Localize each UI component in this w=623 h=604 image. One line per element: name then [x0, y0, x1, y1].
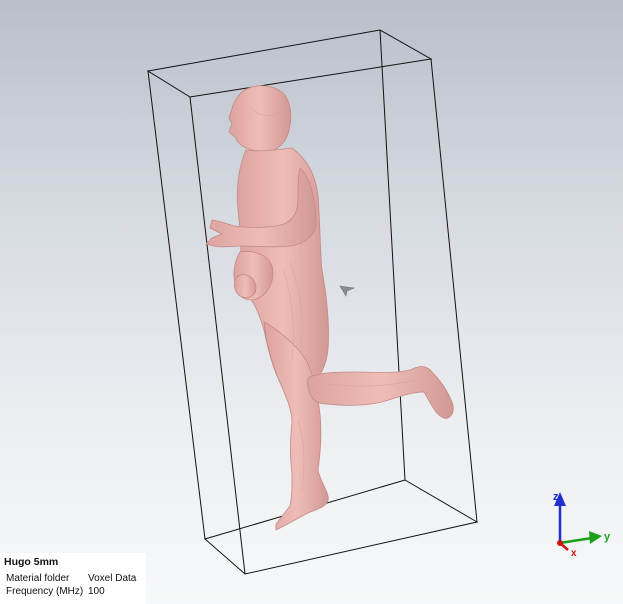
3d-viewport[interactable]: z y x Hugo 5mm Material folder Voxel Dat… — [0, 0, 623, 604]
z-axis-label: z — [553, 491, 559, 503]
info-value: 100 — [88, 586, 105, 597]
cursor-icon — [339, 285, 356, 297]
bbox-top-face — [146, 29, 433, 98]
info-row-frequency: Frequency (MHz) 100 — [4, 585, 142, 598]
axis-triad — [554, 492, 602, 551]
x-axis-label: x — [571, 548, 577, 559]
info-row-material: Material folder Voxel Data — [4, 572, 142, 585]
model-raised-leg — [307, 366, 454, 419]
bbox-edge-front-right — [430, 58, 478, 523]
voxel-human-model[interactable] — [205, 85, 454, 531]
model-info-panel: Hugo 5mm Material folder Voxel Data Freq… — [0, 553, 146, 604]
axis-origin — [557, 540, 563, 546]
bbox-edge-back-right — [379, 29, 406, 481]
y-axis-label: y — [604, 531, 611, 543]
scene-canvas[interactable]: z y x — [0, 0, 623, 604]
info-value: Voxel Data — [88, 573, 137, 584]
info-key: Material folder — [6, 573, 70, 584]
bbox-bottom-face — [203, 479, 479, 575]
bbox-edge-front-left — [147, 70, 206, 540]
y-axis-head — [589, 531, 602, 544]
bbox-edge-mid-left — [189, 96, 246, 575]
model-head — [228, 85, 292, 153]
info-key: Frequency (MHz) — [6, 586, 84, 597]
model-title: Hugo 5mm — [4, 556, 59, 568]
y-axis-arrow — [559, 536, 593, 545]
